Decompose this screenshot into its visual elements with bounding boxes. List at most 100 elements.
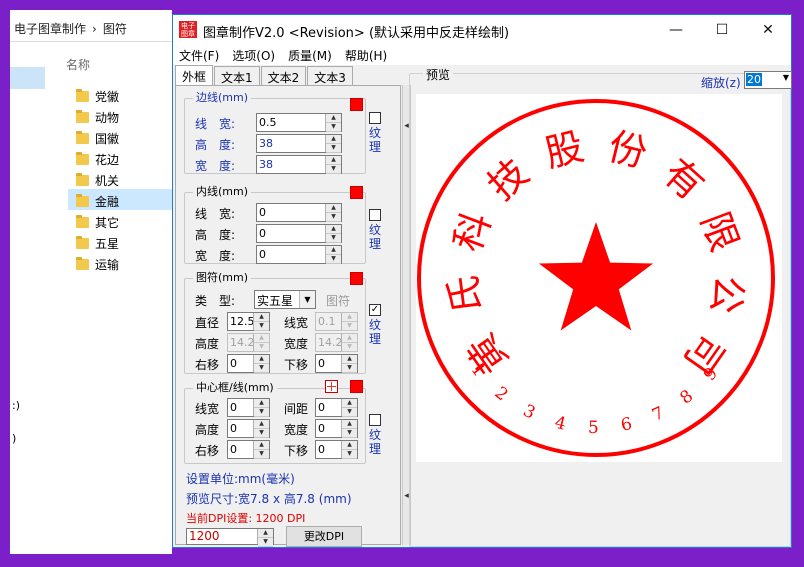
minimize-button[interactable]: — [653, 15, 699, 45]
column-header-name[interactable]: 名称 [66, 56, 90, 73]
center-texture-checkbox[interactable] [369, 414, 381, 426]
border-width2-spinner[interactable]: 38 ▲ ▼ [256, 155, 342, 174]
folder-item[interactable]: 其它 [68, 210, 172, 231]
inner-color-swatch[interactable] [350, 186, 363, 199]
symbol-height-spinner[interactable]: 14.2 ▲ ▼ [227, 333, 270, 352]
spin-up-icon[interactable]: ▲ [254, 420, 269, 429]
tab-text1[interactable]: 文本1 [214, 66, 260, 85]
menu-quality[interactable]: 质量(M) [288, 45, 339, 65]
inner-texture-checkbox[interactable] [369, 209, 381, 221]
border-height-spinner[interactable]: 38 ▲ ▼ [256, 134, 342, 153]
spin-down-icon[interactable]: ▼ [326, 255, 341, 264]
center-spacing-spinner[interactable]: 0 ▲ ▼ [315, 398, 358, 417]
spin-up-icon[interactable]: ▲ [326, 156, 341, 165]
spin-up-icon[interactable]: ▲ [342, 420, 357, 429]
breadcrumb-part[interactable]: 电子图章制作 [14, 22, 86, 36]
border-width-spinner[interactable]: 0.5 ▲ ▼ [256, 113, 342, 132]
center-height-spinner[interactable]: 0 ▲ ▼ [227, 419, 270, 438]
spin-up-icon[interactable]: ▲ [342, 441, 357, 450]
spin-up-icon[interactable]: ▲ [254, 334, 269, 343]
change-dpi-button[interactable]: 更改DPI [286, 526, 362, 547]
center-linewidth-spinner[interactable]: 0 ▲ ▼ [227, 398, 270, 417]
symbol-type-select[interactable]: 实五星 ▼ [254, 290, 316, 309]
diameter-spinner[interactable]: 12.5 ▲ ▼ [227, 312, 270, 331]
center-downshift-spinner[interactable]: 0 ▲ ▼ [315, 440, 358, 459]
center-grid-icon[interactable] [325, 380, 338, 393]
spin-up-icon[interactable]: ▲ [326, 204, 341, 213]
spin-down-icon[interactable]: ▼ [326, 144, 341, 153]
nav-pane-selection[interactable] [10, 67, 45, 89]
app-icon[interactable]: 电子图章 [179, 21, 197, 38]
symbol-height-value[interactable]: 14.2 [228, 334, 253, 351]
spin-up-icon[interactable]: ▲ [342, 355, 357, 364]
folder-item[interactable]: 国徽 [68, 126, 172, 147]
spin-down-icon[interactable]: ▼ [254, 408, 269, 417]
center-downshift-value[interactable]: 0 [316, 441, 341, 458]
symbol-width-spinner[interactable]: 14.2 ▲ ▼ [315, 333, 358, 352]
spin-down-icon[interactable]: ▼ [254, 322, 269, 331]
spin-up-icon[interactable]: ▲ [342, 399, 357, 408]
folder-item[interactable]: 党徽 [68, 84, 172, 105]
spin-down-icon[interactable]: ▼ [254, 364, 269, 373]
inner-height-spinner[interactable]: 0 ▲ ▼ [256, 224, 342, 243]
spin-up-icon[interactable]: ▲ [254, 441, 269, 450]
inner-width2-value[interactable]: 0 [257, 246, 325, 263]
spin-down-icon[interactable]: ▼ [326, 123, 341, 132]
folder-item[interactable]: 机关 [68, 168, 172, 189]
spin-down-icon[interactable]: ▼ [326, 234, 341, 243]
symbol-rightshift-spinner[interactable]: 0 ▲ ▼ [227, 354, 270, 373]
center-spacing-value[interactable]: 0 [316, 399, 341, 416]
chevron-down-icon[interactable]: ▼ [783, 73, 789, 82]
tab-outer-frame[interactable]: 外框 [175, 65, 214, 86]
symbol-texture-checkbox[interactable]: ✓ [369, 304, 381, 316]
center-height-value[interactable]: 0 [228, 420, 253, 437]
spin-down-icon[interactable]: ▼ [254, 343, 269, 352]
spin-up-icon[interactable]: ▲ [326, 246, 341, 255]
spin-down-icon[interactable]: ▼ [342, 322, 357, 331]
inner-width-spinner[interactable]: 0 ▲ ▼ [256, 203, 342, 222]
folder-item[interactable]: 动物 [68, 105, 172, 126]
chevron-down-icon[interactable]: ▼ [299, 291, 315, 308]
border-color-swatch[interactable] [350, 98, 363, 111]
zoom-value[interactable]: 20 [746, 73, 762, 86]
zoom-select[interactable]: 20 ▼ [744, 71, 792, 89]
folder-item[interactable]: 花边 [68, 147, 172, 168]
inner-width2-spinner[interactable]: 0 ▲ ▼ [256, 245, 342, 264]
title-bar[interactable]: 电子图章 图章制作V2.0 <Revision> (默认采用中反走样绘制) — … [173, 15, 791, 45]
spin-down-icon[interactable]: ▼ [326, 165, 341, 174]
symbol-pick-button[interactable]: 图符 [326, 292, 350, 309]
folder-item[interactable]: 五星 [68, 231, 172, 252]
symbol-width-value[interactable]: 14.2 [316, 334, 341, 351]
menu-file[interactable]: 文件(F) [179, 45, 226, 65]
spin-down-icon[interactable]: ▼ [342, 364, 357, 373]
close-button[interactable]: ✕ [745, 15, 791, 45]
spin-down-icon[interactable]: ▼ [342, 343, 357, 352]
explorer-breadcrumb[interactable]: 电子图章制作 › 图符 [10, 10, 172, 42]
folder-item[interactable]: 运输 [68, 252, 172, 273]
maximize-button[interactable]: ☐ [699, 15, 745, 45]
center-width-value[interactable]: 0 [316, 420, 341, 437]
border-height-value[interactable]: 38 [257, 135, 325, 152]
spin-down-icon[interactable]: ▼ [326, 213, 341, 222]
center-rightshift-value[interactable]: 0 [228, 441, 253, 458]
spin-up-icon[interactable]: ▲ [258, 529, 273, 538]
spin-up-icon[interactable]: ▲ [342, 334, 357, 343]
symbol-linewidth-value[interactable]: 0.1 [316, 313, 341, 330]
spin-up-icon[interactable]: ▲ [326, 114, 341, 123]
center-linewidth-value[interactable]: 0 [228, 399, 253, 416]
spin-down-icon[interactable]: ▼ [342, 450, 357, 459]
border-texture-checkbox[interactable] [369, 112, 381, 124]
center-rightshift-spinner[interactable]: 0 ▲ ▼ [227, 440, 270, 459]
symbol-downshift-spinner[interactable]: 0 ▲ ▼ [315, 354, 358, 373]
tab-text3[interactable]: 文本3 [307, 66, 353, 85]
diameter-value[interactable]: 12.5 [228, 313, 253, 330]
border-width2-value[interactable]: 38 [257, 156, 325, 173]
spin-down-icon[interactable]: ▼ [254, 450, 269, 459]
symbol-linewidth-spinner[interactable]: 0.1 ▲ ▼ [315, 312, 358, 331]
spin-down-icon[interactable]: ▼ [258, 538, 273, 547]
spin-up-icon[interactable]: ▲ [326, 225, 341, 234]
breadcrumb-part[interactable]: 图符 [103, 22, 127, 36]
spin-up-icon[interactable]: ▲ [326, 135, 341, 144]
dpi-spinner[interactable]: 1200 ▲ ▼ [186, 528, 274, 547]
spin-down-icon[interactable]: ▼ [342, 408, 357, 417]
